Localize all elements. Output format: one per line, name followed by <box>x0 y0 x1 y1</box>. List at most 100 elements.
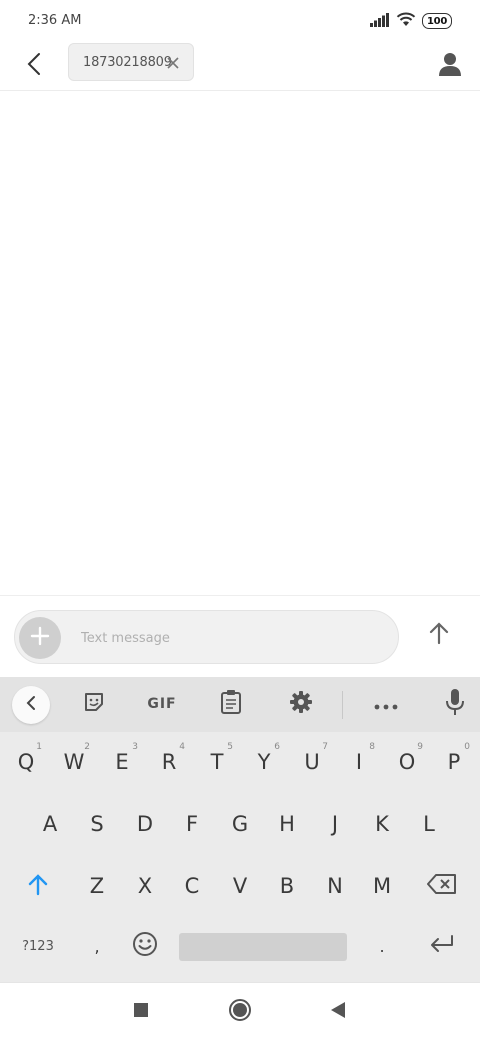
settings-button[interactable] <box>288 687 314 721</box>
key-hint: 3 <box>132 742 138 752</box>
key-l[interactable]: L <box>405 799 453 849</box>
key-hint: 4 <box>179 742 185 752</box>
more-icon <box>374 695 398 714</box>
key-s[interactable]: S <box>73 799 121 849</box>
sticker-button[interactable] <box>80 687 108 721</box>
collapse-chevron-icon <box>25 695 37 715</box>
key-n[interactable]: N <box>311 861 359 911</box>
key-h[interactable]: H <box>263 799 311 849</box>
status-time: 2:36 AM <box>28 13 82 28</box>
keyboard: GIF 1 Q 2 W 3 E 4 R 5 T 6 Y 7 U 8 I 9 O … <box>0 677 480 982</box>
message-input[interactable] <box>79 611 383 665</box>
key-u[interactable]: 7 U <box>288 737 336 787</box>
key-y[interactable]: 6 Y <box>240 737 288 787</box>
mic-icon <box>445 688 465 720</box>
gif-button[interactable]: GIF <box>144 687 180 721</box>
home-circle-icon <box>228 998 252 1026</box>
plus-icon <box>30 626 50 650</box>
key-q[interactable]: 1 Q <box>2 737 50 787</box>
comma-key[interactable]: , <box>73 921 121 971</box>
key-m[interactable]: M <box>358 861 406 911</box>
key-hint: 5 <box>227 742 233 752</box>
toolbar-divider <box>342 691 343 719</box>
emoji-key[interactable] <box>121 921 169 971</box>
clipboard-button[interactable] <box>218 687 244 721</box>
space-bar[interactable] <box>179 933 347 961</box>
key-label: P <box>447 750 461 774</box>
key-j[interactable]: J <box>311 799 359 849</box>
key-label: E <box>115 750 129 774</box>
key-v[interactable]: V <box>216 861 264 911</box>
key-e[interactable]: 3 E <box>98 737 146 787</box>
key-z[interactable]: Z <box>73 861 121 911</box>
key-d[interactable]: D <box>121 799 169 849</box>
compose-field <box>14 610 399 665</box>
period-key[interactable]: . <box>358 921 406 971</box>
key-label: U <box>304 750 320 774</box>
key-label: W <box>63 750 85 774</box>
enter-key[interactable] <box>418 921 466 971</box>
status-bar: 2:36 AM 100 <box>0 0 480 42</box>
gif-label: GIF <box>147 696 177 712</box>
attach-button[interactable] <box>19 617 61 659</box>
key-o[interactable]: 9 O <box>383 737 431 787</box>
collapse-toolbar-button[interactable] <box>12 686 50 724</box>
key-label: O <box>398 750 416 774</box>
key-p[interactable]: 0 P <box>430 737 478 787</box>
key-hint: 1 <box>36 742 42 752</box>
key-label: Y <box>257 750 271 774</box>
recipient-number: 18730218809 <box>83 54 172 70</box>
key-hint: 7 <box>322 742 328 752</box>
back-triangle-icon <box>330 1001 346 1023</box>
contact-person-icon <box>439 52 461 80</box>
key-i[interactable]: 8 I <box>335 737 383 787</box>
compose-bar <box>0 595 480 678</box>
backspace-key[interactable] <box>418 861 466 911</box>
gear-icon <box>289 690 313 718</box>
key-hint: 9 <box>417 742 423 752</box>
message-list[interactable] <box>0 91 480 595</box>
key-w[interactable]: 2 W <box>50 737 98 787</box>
key-f[interactable]: F <box>168 799 216 849</box>
key-hint: 0 <box>464 742 470 752</box>
home-button[interactable] <box>225 997 255 1027</box>
key-b[interactable]: B <box>263 861 311 911</box>
close-icon[interactable] <box>165 55 181 71</box>
shift-arrow-icon <box>27 872 49 901</box>
key-r[interactable]: 4 R <box>145 737 193 787</box>
back-arrow-icon <box>27 52 41 80</box>
contact-button[interactable] <box>434 48 466 84</box>
navigation-bar <box>0 982 480 1040</box>
signal-icon <box>370 12 390 31</box>
emoji-icon <box>132 931 158 962</box>
enter-arrow-icon <box>429 934 455 958</box>
keyboard-toolbar: GIF <box>0 677 480 732</box>
conversation-header: 18730218809 <box>0 42 480 91</box>
key-x[interactable]: X <box>121 861 169 911</box>
key-hint: 6 <box>274 742 280 752</box>
send-button[interactable] <box>422 618 456 652</box>
key-a[interactable]: A <box>26 799 74 849</box>
back-button[interactable] <box>18 48 50 84</box>
recipient-chip[interactable]: 18730218809 <box>68 43 194 81</box>
recents-button[interactable] <box>126 997 156 1027</box>
key-t[interactable]: 5 T <box>193 737 241 787</box>
wifi-icon <box>396 11 416 31</box>
more-button[interactable] <box>372 687 400 721</box>
messaging-screen: 2:36 AM 100 18730218809 Text message GIF… <box>0 0 480 1040</box>
key-label: Q <box>17 750 35 774</box>
key-g[interactable]: G <box>216 799 264 849</box>
voice-input-button[interactable] <box>442 687 468 721</box>
symbols-key[interactable]: ?123 <box>14 921 62 971</box>
key-k[interactable]: K <box>358 799 406 849</box>
nav-back-button[interactable] <box>323 997 353 1027</box>
clipboard-icon <box>220 689 242 719</box>
recents-square-icon <box>133 1002 149 1022</box>
key-hint: 2 <box>84 742 90 752</box>
shift-key[interactable] <box>14 861 62 911</box>
sticker-icon <box>82 690 106 718</box>
key-c[interactable]: C <box>168 861 216 911</box>
key-label: R <box>161 750 177 774</box>
status-icons: 100 <box>370 12 452 30</box>
backspace-icon <box>427 873 457 899</box>
